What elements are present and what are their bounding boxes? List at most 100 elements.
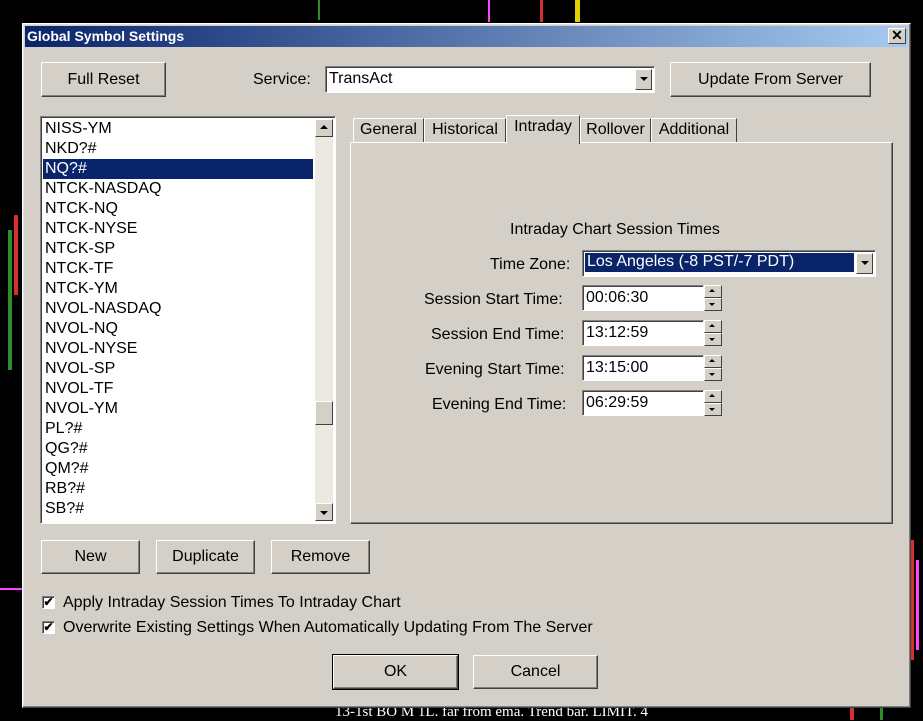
apply-intraday-checkbox[interactable]: ✔	[42, 596, 55, 609]
evening-start-up-button[interactable]	[704, 355, 722, 368]
session-end-down-button[interactable]	[704, 333, 722, 346]
overwrite-existing-checkbox[interactable]: ✔	[42, 621, 55, 634]
evening-end-down-button[interactable]	[704, 403, 722, 416]
check-icon: ✔	[43, 595, 54, 609]
arrow-down-icon	[709, 373, 715, 376]
new-button[interactable]: New	[41, 540, 140, 574]
arrow-down-icon	[709, 338, 715, 341]
session-start-spinner[interactable]: 00:06:30	[582, 285, 722, 311]
session-end-label: Session End Time:	[431, 326, 565, 343]
chevron-down-icon	[861, 261, 869, 265]
tab-rollover[interactable]: Rollover	[580, 118, 651, 142]
tab-additional[interactable]: Additional	[651, 118, 737, 142]
symbol-list-item[interactable]: SB?#	[43, 499, 313, 519]
symbol-list-item[interactable]: NTCK-SP	[43, 239, 313, 259]
arrow-up-icon	[709, 394, 715, 397]
duplicate-button[interactable]: Duplicate	[156, 540, 255, 574]
tab-intraday[interactable]: Intraday	[506, 115, 580, 144]
session-start-up-button[interactable]	[704, 285, 722, 298]
time-zone-label: Time Zone:	[490, 256, 571, 273]
evening-end-input[interactable]: 06:29:59	[582, 390, 704, 416]
tab-historical[interactable]: Historical	[424, 118, 506, 142]
overwrite-existing-label[interactable]: Overwrite Existing Settings When Automat…	[63, 619, 593, 637]
session-end-value: 13:12:59	[586, 324, 649, 341]
symbol-list[interactable]: NISS-YM NKD?# NQ?# NTCK-NASDAQ NTCK-NQ NTCK-N…	[40, 116, 336, 524]
symbol-list-item[interactable]: RB?#	[43, 479, 313, 499]
chart-bar	[916, 560, 919, 650]
symbol-list-item[interactable]: NVOL-NYSE	[43, 339, 313, 359]
dialog-title: Global Symbol Settings	[27, 28, 185, 44]
arrow-up-icon	[320, 125, 328, 129]
chart-bar	[880, 708, 883, 720]
evening-end-up-button[interactable]	[704, 390, 722, 403]
session-start-down-button[interactable]	[704, 298, 722, 311]
chart-bar	[575, 0, 580, 22]
symbol-list-item[interactable]: QG?#	[43, 439, 313, 459]
scroll-down-button[interactable]	[315, 503, 333, 521]
symbol-list-item[interactable]: NTCK-TF	[43, 259, 313, 279]
chart-bar	[911, 540, 914, 660]
intraday-heading: Intraday Chart Session Times	[510, 221, 720, 238]
tab-general[interactable]: General	[353, 118, 424, 142]
session-start-label: Session Start Time:	[424, 291, 563, 308]
full-reset-button[interactable]: Full Reset	[41, 62, 166, 97]
symbol-list-item[interactable]: NVOL-SP	[43, 359, 313, 379]
arrow-down-icon	[709, 408, 715, 411]
symbol-list-item[interactable]: NTCK-NQ	[43, 199, 313, 219]
service-label: Service:	[253, 71, 311, 88]
symbol-list-item[interactable]: NVOL-NASDAQ	[43, 299, 313, 319]
symbol-list-item[interactable]: NTCK-NYSE	[43, 219, 313, 239]
symbol-list-scrollbar[interactable]	[315, 119, 333, 521]
service-dropdown-button[interactable]	[635, 69, 652, 90]
title-bar[interactable]: Global Symbol Settings ✕	[25, 26, 908, 47]
chart-bar	[8, 230, 12, 370]
scroll-up-button[interactable]	[315, 119, 333, 137]
symbol-list-item[interactable]: PL?#	[43, 419, 313, 439]
check-icon: ✔	[43, 620, 54, 634]
evening-start-input[interactable]: 13:15:00	[582, 355, 704, 381]
symbol-list-item[interactable]: NTCK-YM	[43, 279, 313, 299]
symbol-list-item[interactable]: NVOL-TF	[43, 379, 313, 399]
intraday-tab-panel: Intraday Chart Session Times Time Zone: …	[350, 142, 893, 524]
chart-bar	[0, 588, 22, 590]
arrow-up-icon	[709, 324, 715, 327]
session-start-value: 00:06:30	[586, 289, 649, 306]
apply-intraday-label[interactable]: Apply Intraday Session Times To Intraday…	[63, 594, 401, 612]
symbol-list-item[interactable]: NVOL-YM	[43, 399, 313, 419]
session-end-input[interactable]: 13:12:59	[582, 320, 704, 346]
symbol-list-item[interactable]: NVOL-NQ	[43, 319, 313, 339]
evening-start-value: 13:15:00	[586, 359, 649, 376]
evening-end-label: Evening End Time:	[432, 396, 567, 413]
close-icon: ✕	[891, 27, 903, 43]
remove-button[interactable]: Remove	[271, 540, 370, 574]
chart-bar	[850, 708, 854, 720]
arrow-up-icon	[709, 289, 715, 292]
session-end-spinner[interactable]: 13:12:59	[582, 320, 722, 346]
time-zone-dropdown-button[interactable]	[856, 253, 873, 274]
arrow-down-icon	[709, 303, 715, 306]
evening-end-value: 06:29:59	[586, 394, 649, 411]
symbol-list-item[interactable]: NISS-YM	[43, 119, 313, 139]
symbol-list-item[interactable]: NKD?#	[43, 139, 313, 159]
chevron-down-icon	[640, 77, 648, 81]
chart-bar	[488, 0, 490, 22]
symbol-list-item[interactable]: NTCK-NASDAQ	[43, 179, 313, 199]
chart-bar	[540, 0, 543, 22]
symbol-list-item[interactable]: QM?#	[43, 459, 313, 479]
evening-start-spinner[interactable]: 13:15:00	[582, 355, 722, 381]
symbol-list-item[interactable]: NQ?#	[43, 159, 313, 179]
time-zone-combobox[interactable]: Los Angeles (-8 PST/-7 PDT)	[582, 250, 876, 277]
session-start-input[interactable]: 00:06:30	[582, 285, 704, 311]
evening-end-spinner[interactable]: 06:29:59	[582, 390, 722, 416]
time-zone-value: Los Angeles (-8 PST/-7 PDT)	[585, 253, 854, 272]
service-value: TransAct	[329, 70, 393, 87]
chart-bar	[318, 0, 320, 20]
ok-button[interactable]: OK	[332, 654, 459, 690]
service-combobox[interactable]: TransAct	[325, 66, 655, 93]
session-end-up-button[interactable]	[704, 320, 722, 333]
close-button[interactable]: ✕	[888, 28, 906, 44]
scroll-thumb[interactable]	[315, 401, 333, 425]
cancel-button[interactable]: Cancel	[473, 655, 598, 689]
evening-start-down-button[interactable]	[704, 368, 722, 381]
update-from-server-button[interactable]: Update From Server	[670, 62, 871, 97]
